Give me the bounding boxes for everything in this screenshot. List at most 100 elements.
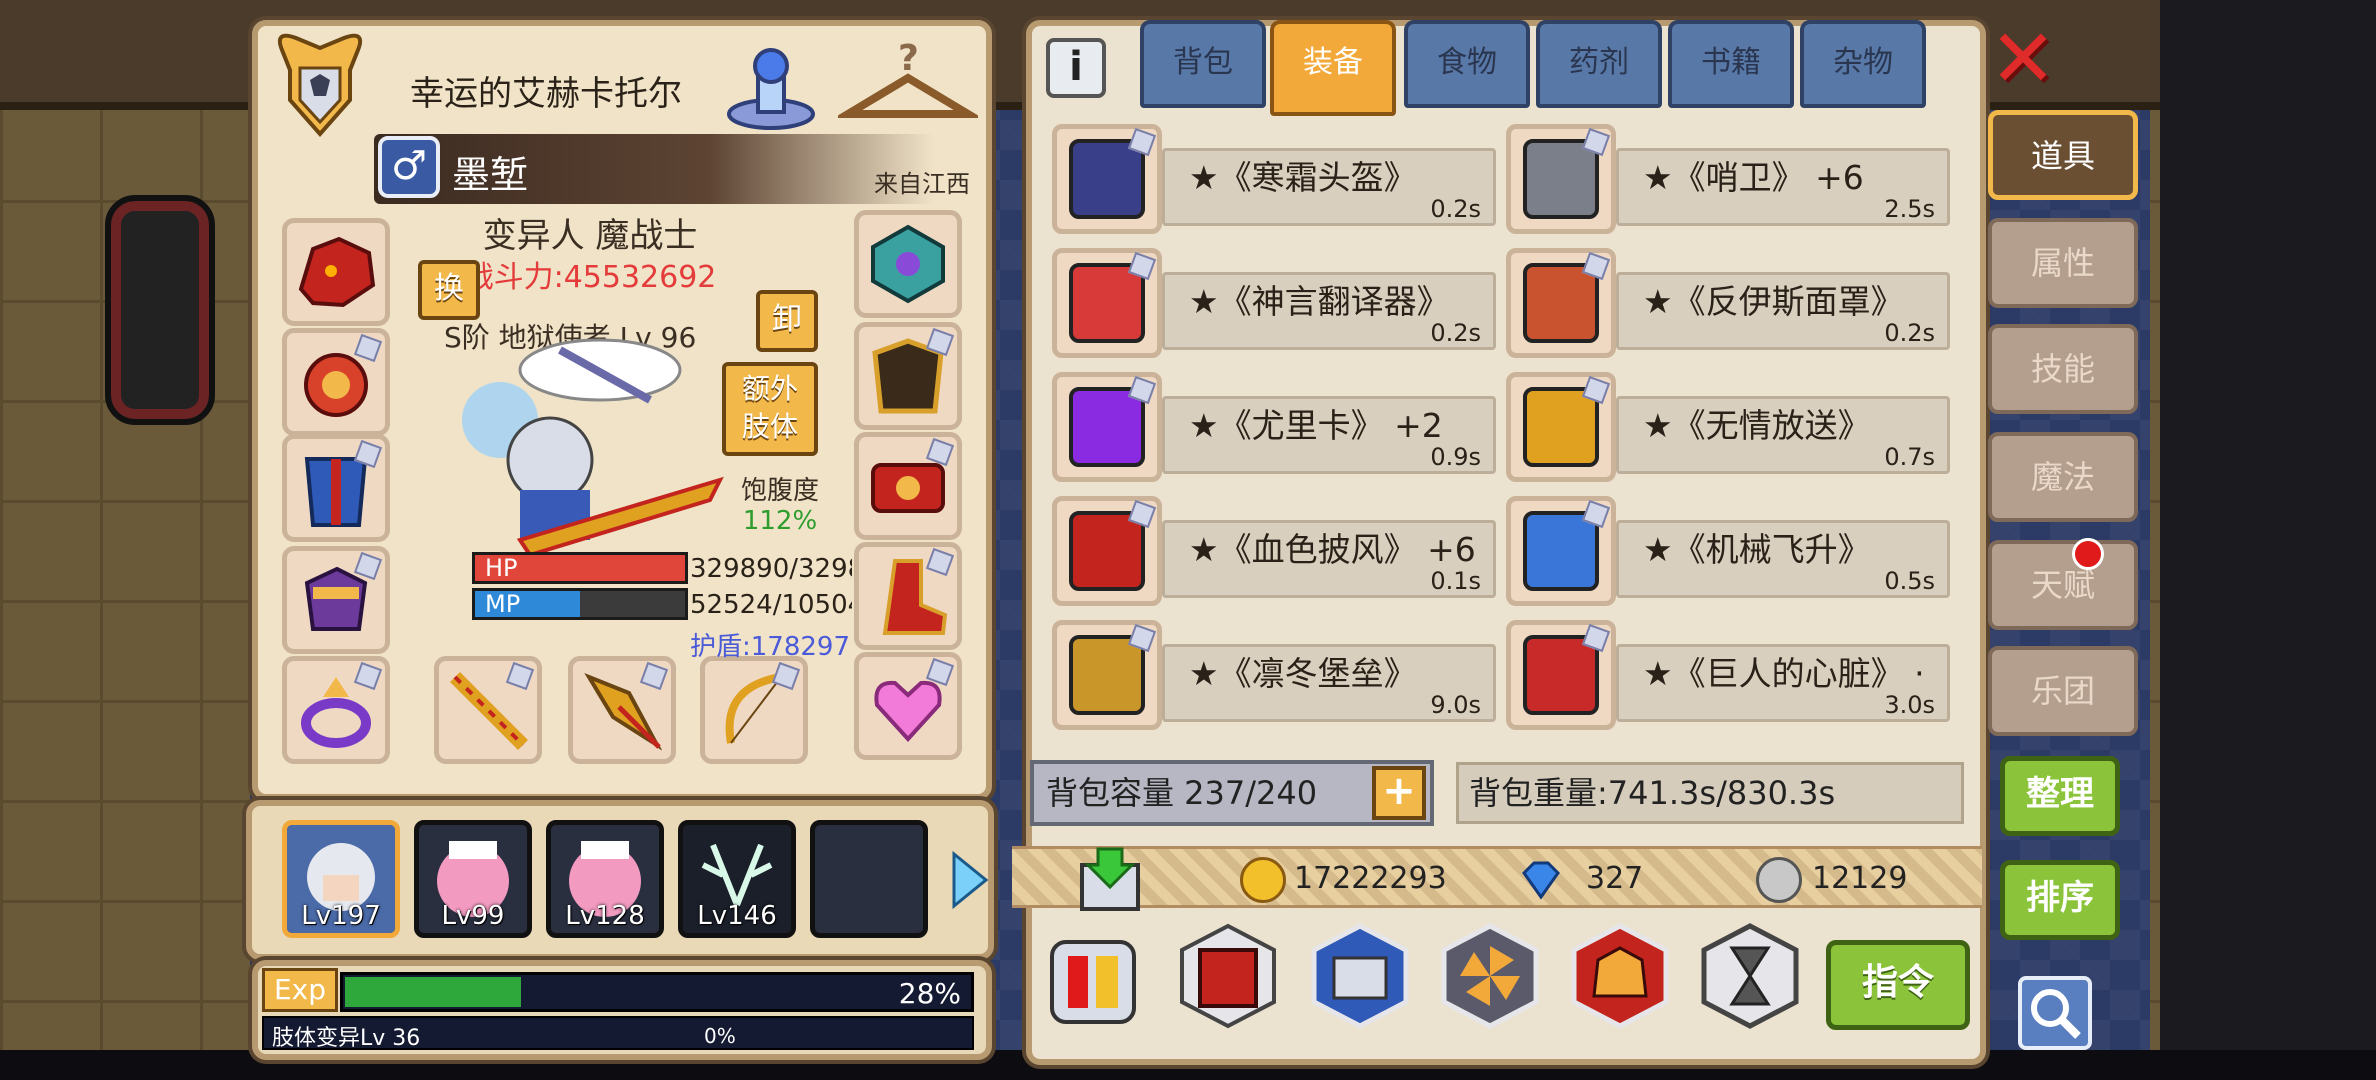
inventory-tabs: 背包 装备 食物 药剂 书籍 杂物 [1140, 20, 1940, 116]
gold-amount: 17222293 [1294, 861, 1447, 896]
background-right-dark [2160, 0, 2376, 1080]
tab-misc[interactable]: 杂物 [1800, 20, 1926, 108]
item-row[interactable]: ★《巨人的心脏》 · 3.0s [1506, 614, 1956, 730]
tab-backpack[interactable]: 背包 [1140, 20, 1266, 108]
party-member-1[interactable]: Lv197 [282, 820, 400, 938]
sort-button[interactable]: 排序 [2000, 860, 2120, 940]
exp-tag: Exp [262, 968, 338, 1012]
item-row[interactable]: ★《无情放送》 0.7s [1506, 366, 1956, 482]
item-row[interactable]: ★《机械飞升》 0.5s [1506, 490, 1956, 606]
equip-slot-ring[interactable] [282, 656, 390, 764]
wardrobe-hanger-icon[interactable]: ? [838, 34, 978, 132]
gold-coin-icon [1240, 857, 1286, 903]
equip-slot-gloves[interactable] [282, 546, 390, 654]
party-next-arrow-icon[interactable] [950, 850, 990, 910]
mech-wing-icon [1506, 496, 1616, 606]
expand-capacity-button[interactable]: + [1372, 766, 1426, 820]
party-member-4[interactable]: Lv146 [678, 820, 796, 938]
item-info-box: ★《血色披风》 +6 0.1s [1162, 520, 1496, 598]
storage-download-icon[interactable] [1078, 843, 1142, 913]
background-pillar [105, 195, 215, 425]
item-name: ★《血色披风》 +6 [1189, 530, 1476, 569]
close-button[interactable]: ✕ [1988, 19, 2058, 99]
equip-slot-armor[interactable] [282, 434, 390, 542]
party-member-3[interactable]: Lv128 [546, 820, 664, 938]
guild-badge-icon[interactable] [272, 30, 368, 140]
item-row[interactable]: ★《反伊斯面罩》 0.2s [1506, 242, 1956, 358]
item-info-box: ★《巨人的心脏》 · 3.0s [1616, 644, 1950, 722]
equip-slot-helmet[interactable] [282, 218, 390, 326]
equip-slot-weapon-1[interactable] [434, 656, 542, 764]
side-tab-items[interactable]: 道具 [1988, 110, 2138, 200]
dragon-helmet-icon [298, 236, 376, 308]
item-weight: 0.2s [1430, 195, 1481, 223]
side-tab-magic[interactable]: 魔法 [1988, 432, 2138, 522]
organize-button[interactable]: 整理 [2000, 756, 2120, 836]
hourglass-icon[interactable] [1694, 920, 1806, 1032]
item-row[interactable]: ★《血色披风》 +6 0.1s [1052, 490, 1502, 606]
crystal-emblem-icon [871, 224, 945, 304]
equip-slot-pet[interactable] [854, 652, 962, 760]
item-info-box: ★《无情放送》 0.7s [1616, 396, 1950, 474]
race-class: 变异人 魔战士 [482, 216, 698, 256]
item-row[interactable]: ★《神言翻译器》 0.2s [1052, 242, 1502, 358]
hp-label: HP [485, 554, 518, 582]
extra-limb-button[interactable]: 额外 肢体 [722, 362, 818, 456]
number-sort-icon[interactable] [1046, 932, 1140, 1032]
item-weight: 0.2s [1430, 319, 1481, 347]
item-row[interactable]: ★《凛冬堡垒》 9.0s [1052, 614, 1502, 730]
item-row[interactable]: ★《哨卫》 +6 2.5s [1506, 118, 1956, 234]
item-name: ★《无情放送》 [1643, 406, 1871, 445]
item-name: ★《巨人的心脏》 · [1643, 654, 1925, 693]
tab-potion[interactable]: 药剂 [1536, 20, 1662, 108]
amulet-icon [1052, 372, 1162, 482]
side-tab-skills[interactable]: 技能 [1988, 324, 2138, 414]
limb-mutation-label: 肢体变异Lv 36 [272, 1026, 421, 1051]
equip-slot-shoulder[interactable] [854, 322, 962, 430]
info-button[interactable]: i [1046, 38, 1106, 98]
cape-icon [1052, 496, 1162, 606]
mp-label: MP [485, 590, 521, 618]
mp-value: 52524/10504 [690, 590, 852, 620]
pinwheel-icon[interactable] [1434, 920, 1546, 1032]
hp-value: 329890/3298 [690, 554, 852, 584]
hp-bar: HP [472, 552, 688, 584]
equip-slot-weapon-2[interactable] [568, 656, 676, 764]
teleport-portal-icon[interactable] [722, 36, 820, 134]
item-weight: 3.0s [1884, 691, 1935, 719]
item-row[interactable]: ★《尤里卡》 +2 0.9s [1052, 366, 1502, 482]
item-row[interactable]: ★《寒霜头盔》 0.2s [1052, 118, 1502, 234]
item-weight: 0.5s [1884, 567, 1935, 595]
equip-slot-weapon-3[interactable] [700, 656, 808, 764]
fortress-armor-icon [1052, 620, 1162, 730]
item-name: ★《反伊斯面罩》 [1643, 282, 1904, 321]
equip-slot-emblem[interactable] [854, 210, 962, 318]
fire-helmet-icon[interactable] [1564, 920, 1676, 1032]
item-info-box: ★《寒霜头盔》 0.2s [1162, 148, 1496, 226]
tab-books[interactable]: 书籍 [1668, 20, 1794, 108]
tab-food[interactable]: 食物 [1404, 20, 1530, 108]
item-info-box: ★《哨卫》 +6 2.5s [1616, 148, 1950, 226]
exp-bar-fill [345, 977, 521, 1007]
equip-slot-belt[interactable] [854, 432, 962, 540]
party-member-empty[interactable] [810, 820, 928, 938]
swap-button[interactable]: 换 [418, 260, 480, 320]
equip-slot-accessory[interactable] [282, 328, 390, 436]
red-cube-icon[interactable] [1172, 920, 1284, 1032]
item-name: ★《寒霜头盔》 [1189, 158, 1417, 197]
item-weight: 0.2s [1884, 319, 1935, 347]
item-name: ★《尤里卡》 +2 [1189, 406, 1443, 445]
search-button[interactable] [2018, 976, 2092, 1050]
giant-heart-icon [1506, 620, 1616, 730]
svg-text:?: ? [898, 38, 919, 79]
command-button[interactable]: 指令 [1826, 940, 1970, 1030]
unequip-button[interactable]: 卸 [756, 290, 818, 352]
party-member-2[interactable]: Lv99 [414, 820, 532, 938]
storage-chest-icon[interactable] [1304, 920, 1416, 1032]
side-tab-attributes[interactable]: 属性 [1988, 218, 2138, 308]
diamond-amount: 327 [1586, 861, 1644, 896]
side-tab-talent[interactable]: 天赋 [1988, 540, 2138, 630]
equip-slot-boots[interactable] [854, 542, 962, 650]
tab-equipment[interactable]: 装备 [1270, 20, 1396, 116]
side-tab-band[interactable]: 乐团 [1988, 646, 2138, 736]
